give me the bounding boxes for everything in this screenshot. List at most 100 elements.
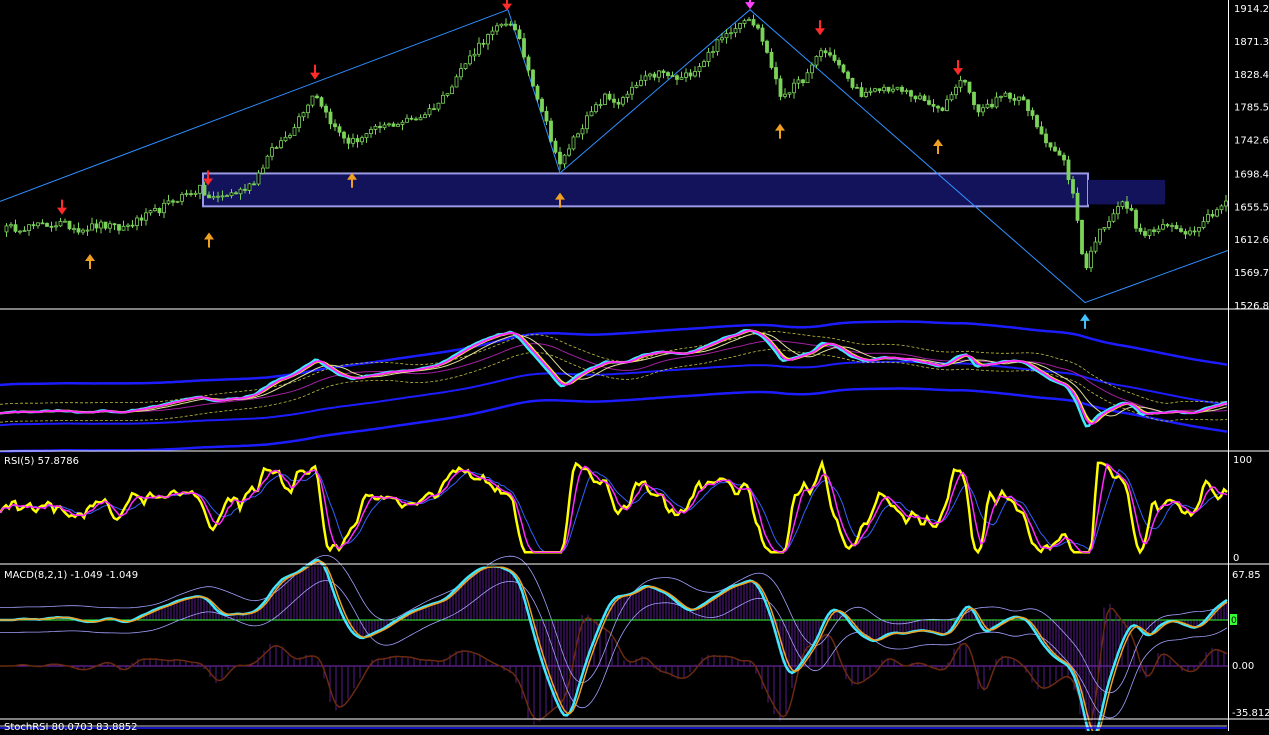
candle-body	[459, 68, 463, 78]
macd-signal-marker-text: 0	[1231, 616, 1237, 626]
candle-body	[747, 19, 751, 22]
candle-body	[216, 195, 220, 198]
candle-body	[1174, 225, 1179, 230]
candle-body	[121, 225, 126, 231]
candle-body	[868, 90, 873, 93]
candle-body	[72, 228, 76, 230]
candle-body	[904, 90, 909, 93]
candle-body	[751, 19, 756, 26]
candle-body	[400, 121, 405, 125]
candle-body	[531, 69, 535, 87]
candle-body	[481, 42, 486, 45]
candle-body	[972, 91, 976, 106]
candle-body	[603, 93, 607, 105]
candle-body	[90, 223, 94, 231]
price-axis-label: 1655.50	[1234, 202, 1269, 213]
candle-body	[828, 52, 832, 56]
candle-body	[1224, 200, 1228, 207]
candle-body	[463, 63, 468, 69]
candle-body	[1093, 241, 1098, 252]
candle-body	[1030, 110, 1035, 116]
candle-body	[184, 193, 189, 196]
candle-body	[918, 95, 922, 100]
candle-body	[553, 140, 558, 153]
candle-body	[1003, 92, 1008, 97]
candle-body	[490, 30, 495, 35]
candle-body	[670, 75, 675, 78]
candle-body	[589, 111, 594, 117]
candle-body	[450, 86, 454, 95]
candle-body	[319, 97, 324, 107]
candle-body	[63, 220, 67, 223]
candle-body	[814, 56, 819, 66]
macd-axis-zero: 0.00	[1232, 661, 1254, 672]
candle-body	[864, 92, 868, 97]
macd-axis-low: -35.812	[1232, 708, 1269, 719]
candle-body	[85, 229, 90, 232]
candle-body	[1071, 179, 1075, 194]
candle-body	[679, 76, 684, 80]
candle-body	[765, 40, 769, 53]
price-axis-label: 1914.20	[1234, 4, 1269, 15]
candle-body	[945, 99, 949, 111]
candle-body	[427, 108, 432, 116]
candle-body	[103, 221, 108, 229]
candle-body	[702, 61, 706, 67]
candle-body	[1156, 228, 1161, 233]
candle-body	[1048, 142, 1053, 148]
candle-body	[1215, 209, 1219, 217]
candle-body	[711, 51, 715, 53]
chart-window: RSI(5) 57.8786 MACD(8,2,1) -1.049 -1.049…	[0, 0, 1269, 735]
candle-body	[697, 66, 702, 72]
candle-body	[1035, 115, 1039, 128]
candle-body	[198, 184, 202, 194]
candle-body	[652, 73, 657, 78]
candle-body	[238, 188, 243, 195]
candle-body	[45, 223, 49, 227]
candle-body	[1152, 229, 1156, 233]
candle-body	[832, 54, 837, 61]
candle-body	[1201, 221, 1206, 228]
candle-body	[1134, 209, 1138, 229]
candle-body	[1057, 150, 1062, 156]
candle-body	[1102, 227, 1107, 230]
candle-body	[472, 53, 477, 57]
candle-body	[981, 107, 985, 113]
candle-body	[112, 223, 117, 226]
candle-body	[225, 195, 229, 198]
candle-body	[805, 72, 810, 84]
candle-body	[1008, 92, 1012, 99]
candle-body	[306, 104, 310, 114]
candle-body	[616, 101, 621, 105]
candle-body	[391, 123, 396, 127]
chart-canvas[interactable]: RSI(5) 57.8786 MACD(8,2,1) -1.049 -1.049…	[0, 0, 1269, 735]
candle-body	[247, 183, 252, 191]
candle-body	[279, 140, 283, 148]
candle-body	[297, 116, 301, 128]
candle-body	[936, 105, 940, 109]
candle-body	[715, 39, 720, 52]
candle-body	[985, 103, 990, 109]
candle-body	[108, 223, 112, 229]
candle-body	[819, 50, 823, 57]
candle-body	[1084, 253, 1089, 269]
candle-body	[252, 183, 256, 186]
candle-body	[274, 147, 279, 149]
candle-body	[963, 79, 967, 83]
candle-body	[144, 212, 148, 221]
candle-body	[760, 27, 765, 42]
candle-body	[1206, 214, 1210, 223]
candle-body	[256, 172, 261, 185]
candle-body	[54, 225, 58, 228]
candle-body	[265, 155, 270, 169]
candle-body	[454, 76, 459, 88]
candle-body	[634, 84, 639, 88]
candle-body	[4, 225, 9, 233]
candle-body	[234, 192, 238, 195]
candle-body	[486, 34, 490, 45]
candle-body	[1062, 154, 1066, 161]
candle-body	[207, 194, 211, 199]
candle-body	[1188, 230, 1192, 235]
candle-body	[220, 195, 225, 198]
price-axis-label: 1569.70	[1234, 268, 1269, 279]
